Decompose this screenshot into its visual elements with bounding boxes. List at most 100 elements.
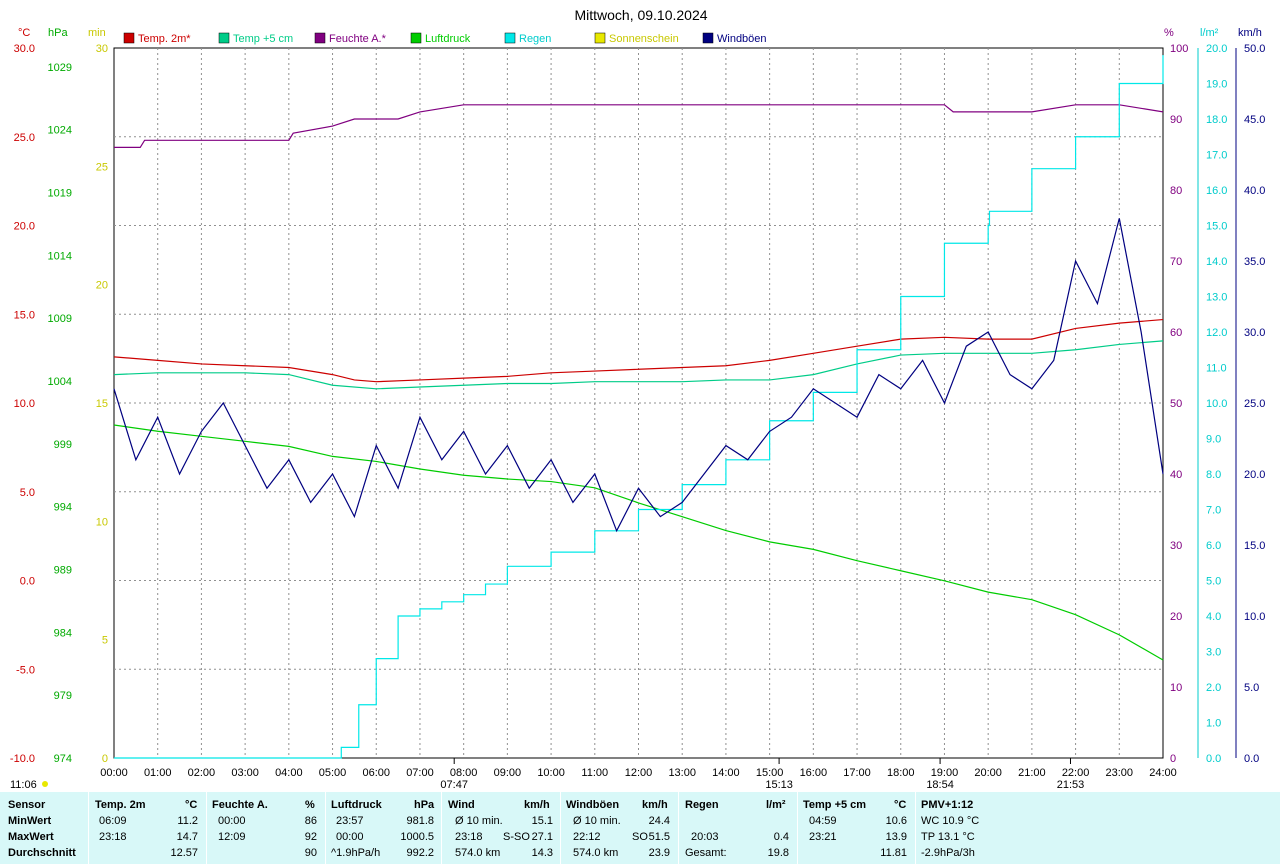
stats-press-unit: hPa bbox=[414, 799, 435, 811]
stats-rain-max-value: 0.4 bbox=[773, 831, 789, 843]
min-tick-label: 20 bbox=[96, 280, 108, 292]
rain-tick-label: 12.0 bbox=[1206, 327, 1227, 339]
unit-temp: °C bbox=[18, 27, 30, 39]
unit-rain: l/m² bbox=[1200, 27, 1219, 39]
rain-tick-label: 18.0 bbox=[1206, 114, 1227, 126]
stats-wind-dist: 574.0 km bbox=[455, 847, 501, 859]
pct-tick-label: 10 bbox=[1170, 682, 1182, 694]
stats-rain-max-time: 20:03 bbox=[691, 831, 719, 843]
x-tick-label: 13:00 bbox=[668, 767, 696, 779]
stats-t5-min-value: 10.6 bbox=[885, 815, 907, 827]
temp-tick-label: -10.0 bbox=[10, 753, 35, 765]
stats-press-avg: 992.2 bbox=[406, 847, 434, 859]
stats-rain-unit: l/m² bbox=[766, 799, 786, 811]
hpa-tick-label: 979 bbox=[54, 690, 72, 702]
x-tick-label: 01:00 bbox=[144, 767, 172, 779]
daylength-label: 11:06 bbox=[10, 779, 37, 791]
legend: Temp. 2m* Temp +5 cm Feuchte A.* Luftdruck R… bbox=[123, 32, 767, 45]
min-tick-label: 30 bbox=[96, 43, 108, 55]
x-tick-label: 08:00 bbox=[450, 767, 478, 779]
x-tick-label: 09:00 bbox=[494, 767, 522, 779]
stats-t5-avg: 11.81 bbox=[880, 847, 907, 859]
pct-tick-label: 20 bbox=[1170, 611, 1182, 623]
stats-gust-unit: km/h bbox=[642, 799, 668, 811]
hpa-tick-label: 994 bbox=[54, 502, 72, 514]
stats-temp2m-unit: °C bbox=[185, 799, 198, 811]
stats-hum-unit: % bbox=[305, 799, 315, 811]
unit-min: min bbox=[88, 27, 106, 39]
stats-press-header: Luftdruck bbox=[331, 799, 382, 811]
min-tick-label: 0 bbox=[102, 753, 108, 765]
rain-tick-label: 16.0 bbox=[1206, 185, 1227, 197]
pct-tick-label: 70 bbox=[1170, 256, 1182, 268]
rain-tick-label: 1.0 bbox=[1206, 718, 1221, 730]
stats-t5-min-time: 04:59 bbox=[809, 815, 837, 827]
x-tick-label: 06:00 bbox=[362, 767, 390, 779]
x-tick-label: 04:00 bbox=[275, 767, 303, 779]
pct-tick-label: 80 bbox=[1170, 185, 1182, 197]
wind-tick-label: 25.0 bbox=[1244, 398, 1265, 410]
stats-wind-max-time: 23:18 bbox=[455, 831, 483, 843]
stats-t5-unit: °C bbox=[894, 799, 907, 811]
marker-label-sunrise: 07:47 bbox=[440, 779, 468, 791]
legend-label: Temp +5 cm bbox=[233, 33, 293, 45]
x-tick-label: 15:00 bbox=[756, 767, 784, 779]
x-tick-label: 18:00 bbox=[887, 767, 915, 779]
stats-wind-max-value: 27.1 bbox=[531, 831, 553, 843]
stats-panel: Sensor MinWert MaxWert Durchschnitt Temp… bbox=[0, 792, 1280, 864]
stats-rain-header: Regen bbox=[685, 799, 719, 811]
legend-label: Windböen bbox=[717, 33, 767, 45]
x-tick-label: 23:00 bbox=[1106, 767, 1134, 779]
pct-tick-label: 30 bbox=[1170, 540, 1182, 552]
x-tick-label: 03:00 bbox=[231, 767, 259, 779]
chart-title: Mittwoch, 09.10.2024 bbox=[574, 7, 707, 23]
rain-tick-label: 10.0 bbox=[1206, 398, 1227, 410]
rain-tick-label: 20.0 bbox=[1206, 43, 1227, 55]
legend-label: Luftdruck bbox=[425, 33, 471, 45]
legend-swatch bbox=[218, 32, 230, 44]
x-tick-label: 17:00 bbox=[843, 767, 871, 779]
x-tick-label: 00:00 bbox=[100, 767, 128, 779]
legend-label: Regen bbox=[519, 33, 551, 45]
stats-wind-unit: km/h bbox=[524, 799, 550, 811]
rain-tick-label: 15.0 bbox=[1206, 221, 1227, 233]
wind-tick-label: 10.0 bbox=[1244, 611, 1265, 623]
stats-wind-header: Wind bbox=[448, 799, 475, 811]
stats-row-min: MinWert bbox=[8, 815, 52, 827]
legend-label: Sonnenschein bbox=[609, 33, 679, 45]
stats-gust-header: Windböen bbox=[566, 799, 620, 811]
rain-tick-label: 0.0 bbox=[1206, 753, 1221, 765]
stats-press-max-value: 1000.5 bbox=[400, 831, 434, 843]
legend-label: Feuchte A.* bbox=[329, 33, 387, 45]
legend-swatch bbox=[314, 32, 326, 44]
legend-label: Temp. 2m* bbox=[138, 33, 191, 45]
x-tick-label: 02:00 bbox=[188, 767, 216, 779]
hpa-tick-label: 1009 bbox=[48, 313, 72, 325]
stats-gust-avg: 23.9 bbox=[648, 847, 670, 859]
wind-tick-label: 35.0 bbox=[1244, 256, 1265, 268]
rain-tick-label: 13.0 bbox=[1206, 292, 1227, 304]
unit-pct: % bbox=[1164, 27, 1174, 39]
stats-hum-max-time: 12:09 bbox=[218, 831, 246, 843]
wind-tick-label: 50.0 bbox=[1244, 43, 1265, 55]
stats-press-min-time: 23:57 bbox=[336, 815, 364, 827]
marker-label-moon_set: 21:53 bbox=[1057, 779, 1085, 791]
stats-temp2m-min-value: 11.2 bbox=[177, 815, 198, 827]
stats-hum-max-value: 92 bbox=[304, 831, 317, 843]
rain-tick-label: 5.0 bbox=[1206, 576, 1221, 588]
x-tick-label: 12:00 bbox=[625, 767, 653, 779]
temp-tick-label: 25.0 bbox=[14, 132, 35, 144]
stats-wind-avg10-label: Ø 10 min. bbox=[455, 815, 503, 827]
temp-tick-label: 10.0 bbox=[14, 398, 35, 410]
rain-tick-label: 4.0 bbox=[1206, 611, 1221, 623]
pct-tick-label: 0 bbox=[1170, 753, 1176, 765]
rain-tick-label: 11.0 bbox=[1206, 363, 1227, 375]
stats-gust-avg10: 24.4 bbox=[648, 815, 670, 827]
legend-swatch bbox=[504, 32, 516, 44]
stats-hum-min-time: 00:00 bbox=[218, 815, 246, 827]
stats-temp2m-avg: 12.57 bbox=[170, 847, 198, 859]
stats-gust-avg10-label: Ø 10 min. bbox=[573, 815, 621, 827]
hpa-tick-label: 1024 bbox=[48, 125, 72, 137]
stats-pmv-tp: TP 13.1 °C bbox=[921, 831, 975, 843]
rain-tick-label: 2.0 bbox=[1206, 682, 1221, 694]
